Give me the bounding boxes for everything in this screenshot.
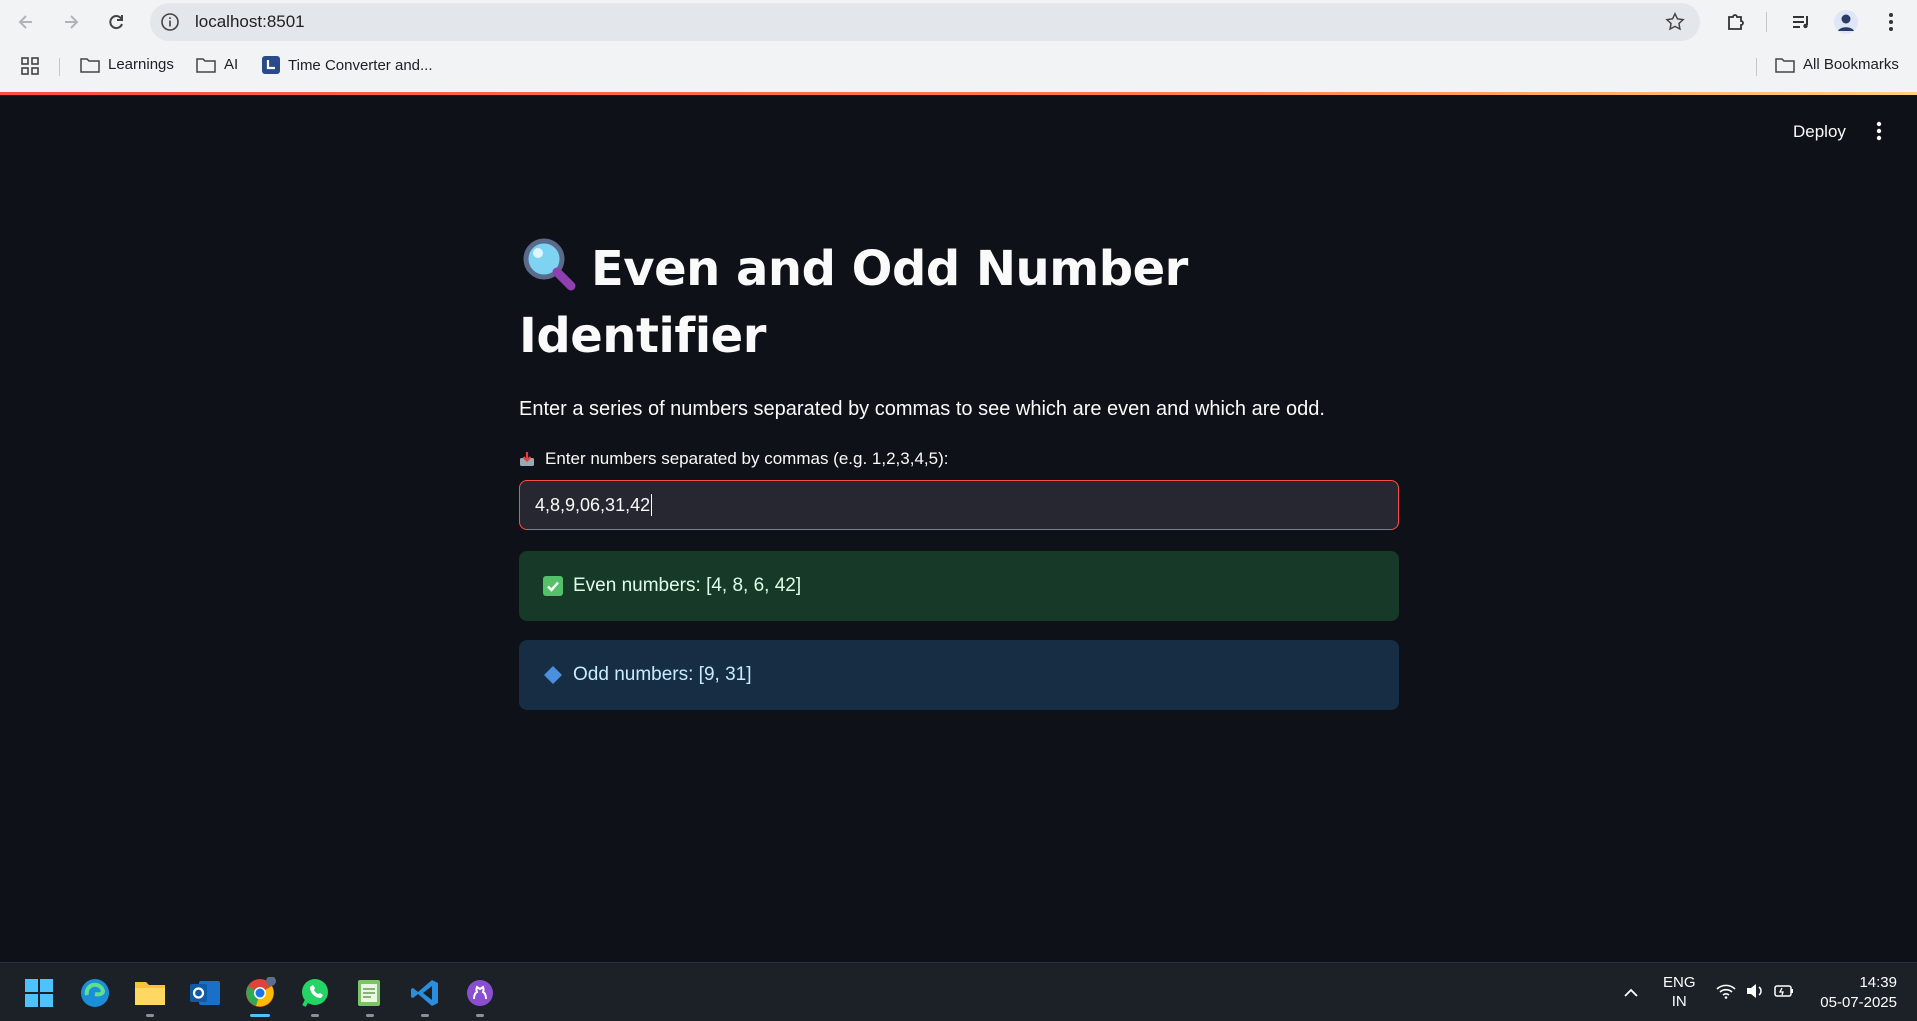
- taskbar-github-desktop[interactable]: [460, 973, 500, 1017]
- forward-button[interactable]: [55, 6, 87, 38]
- running-indicator: [476, 1014, 484, 1017]
- check-mark-icon: [543, 576, 563, 596]
- language-indicator[interactable]: ENG IN: [1663, 973, 1696, 1011]
- running-indicator: [366, 1014, 374, 1017]
- chrome-icon: [246, 977, 276, 1007]
- extensions-button[interactable]: [1722, 8, 1750, 36]
- active-indicator: [250, 1014, 270, 1017]
- bookmark-ai[interactable]: AI: [196, 56, 238, 73]
- vscode-icon: [411, 980, 438, 1006]
- outlook-icon: [190, 981, 220, 1005]
- wifi-icon: [1716, 984, 1736, 999]
- taskbar-vscode[interactable]: [405, 973, 445, 1017]
- whatsapp-icon: [302, 979, 328, 1007]
- browser-menu-button[interactable]: [1877, 8, 1905, 36]
- numbers-input[interactable]: 4,8,9,06,31,42: [519, 480, 1399, 530]
- odd-result-text: Odd numbers: [9, 31]: [573, 664, 752, 685]
- odd-result-box: Odd numbers: [9, 31]: [519, 640, 1399, 710]
- reload-icon: [109, 15, 123, 30]
- even-result-text: Even numbers: [4, 8, 6, 42]: [573, 575, 802, 596]
- volume-icon: [1747, 984, 1762, 998]
- tray-overflow-button[interactable]: [1611, 973, 1651, 1013]
- forward-arrow-icon: [65, 15, 79, 29]
- language-code: ENG: [1663, 974, 1696, 991]
- clock-time: 14:39: [1859, 974, 1897, 991]
- browser-toolbar: localhost:8501: [0, 0, 1917, 44]
- taskbar: ENG IN 14:39 05-07-2025: [0, 962, 1917, 1021]
- folder-app-icon: [135, 982, 165, 1005]
- notepad-icon: [358, 980, 380, 1006]
- url-text: localhost:8501: [195, 12, 305, 31]
- app-menu-icon[interactable]: [1870, 120, 1888, 142]
- deploy-button[interactable]: Deploy: [1793, 122, 1846, 142]
- blue-diamond-icon: [544, 666, 562, 684]
- puzzle-icon: [1728, 14, 1744, 30]
- back-arrow-icon: [18, 15, 32, 29]
- taskbar-notepad-app[interactable]: [350, 973, 390, 1017]
- taskbar-whatsapp[interactable]: [295, 973, 335, 1017]
- numbers-input-value: 4,8,9,06,31,42: [535, 494, 651, 515]
- browser-chrome: localhost:8501 Learnings AI Time Convert…: [0, 0, 1917, 92]
- avatar-icon: [1834, 10, 1858, 34]
- folder-icon: [196, 57, 216, 73]
- taskbar-file-explorer[interactable]: [130, 973, 170, 1017]
- all-bookmarks-label: All Bookmarks: [1803, 56, 1899, 73]
- kebab-menu-icon: [1889, 13, 1893, 31]
- bookmark-label: Learnings: [108, 56, 174, 73]
- taskbar-chrome[interactable]: [240, 973, 280, 1017]
- all-bookmarks-button[interactable]: All Bookmarks: [1775, 56, 1899, 73]
- system-clock[interactable]: 14:39 05-07-2025: [1812, 973, 1897, 1013]
- running-indicator: [421, 1014, 429, 1017]
- bookmarks-bar: Learnings AI Time Converter and... All B…: [0, 48, 1917, 84]
- text-caret: [651, 494, 653, 516]
- chevron-up-icon: [1624, 988, 1638, 997]
- profile-button[interactable]: [1832, 8, 1860, 36]
- main-container: Even and Odd Number Identifier Enter a s…: [519, 235, 1399, 710]
- reload-button[interactable]: [100, 6, 132, 38]
- back-button[interactable]: [10, 6, 42, 38]
- bookmark-learnings[interactable]: Learnings: [80, 56, 174, 73]
- app-page: Deploy Even and Odd Number Identifier En…: [0, 95, 1917, 962]
- clock-date: 05-07-2025: [1820, 994, 1897, 1011]
- media-controls-button[interactable]: [1787, 8, 1815, 36]
- magnifier-emoji-icon: [523, 238, 576, 291]
- region-code: IN: [1671, 993, 1687, 1010]
- system-tray-icons[interactable]: [1716, 983, 1794, 999]
- playlist-icon: [1793, 16, 1808, 29]
- title-line-2: Identifier: [519, 308, 766, 364]
- input-label: Enter numbers separated by commas (e.g. …: [545, 449, 949, 468]
- bookmarks-divider: [59, 58, 60, 76]
- github-icon: [467, 980, 493, 1006]
- input-label-row: Enter numbers separated by commas (e.g. …: [519, 449, 1399, 469]
- battery-icon: [1774, 985, 1793, 997]
- bookmark-label: Time Converter and...: [288, 56, 433, 74]
- address-bar[interactable]: localhost:8501: [150, 3, 1700, 41]
- windows-start-button[interactable]: [19, 973, 59, 1013]
- apps-grid-icon: [21, 57, 39, 75]
- page-title: Even and Odd Number Identifier: [519, 235, 1399, 370]
- windows-logo-icon: [25, 979, 53, 1007]
- folder-icon: [80, 57, 100, 73]
- description: Enter a series of numbers separated by c…: [519, 398, 1325, 420]
- taskbar-outlook[interactable]: [185, 973, 225, 1013]
- running-indicator: [146, 1014, 154, 1017]
- inbox-tray-icon: [520, 452, 534, 466]
- toolbar-divider: [1766, 12, 1767, 32]
- edge-icon: [81, 979, 109, 1007]
- taskbar-edge[interactable]: [75, 973, 115, 1013]
- bookmark-label: AI: [224, 56, 239, 73]
- running-indicator: [311, 1014, 319, 1017]
- apps-button[interactable]: [20, 56, 40, 76]
- even-result-box: Even numbers: [4, 8, 6, 42]: [519, 551, 1399, 621]
- bookmark-time-converter[interactable]: Time Converter and...: [262, 56, 433, 74]
- title-line-1: Even and Odd Number: [591, 241, 1188, 297]
- clock-favicon-icon: [262, 56, 280, 74]
- bookmarks-divider: [1756, 58, 1757, 76]
- bookmark-star-icon[interactable]: [1664, 11, 1686, 33]
- folder-icon: [1775, 57, 1795, 73]
- site-info-icon[interactable]: [160, 12, 180, 32]
